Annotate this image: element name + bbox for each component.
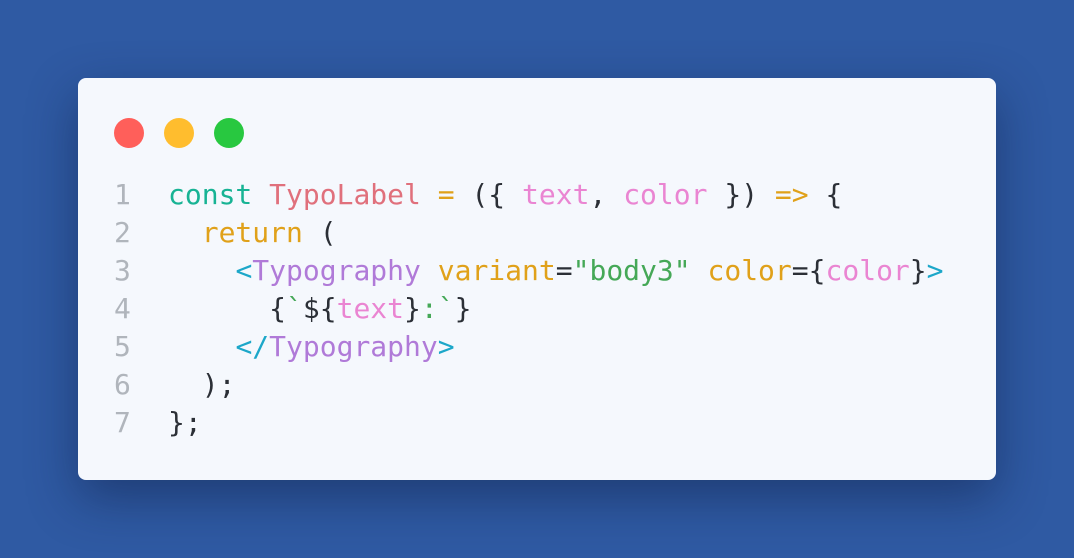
code-token-param: text — [336, 292, 405, 325]
code-token-punct — [168, 254, 235, 287]
code-token-punct — [691, 254, 708, 287]
code-token-punct: } — [454, 292, 472, 325]
code-token-punct: { — [168, 292, 287, 325]
code-token-punct — [168, 330, 235, 363]
code-token-op: => — [774, 178, 809, 211]
code-token-tpl: :` — [420, 292, 455, 325]
line-number: 2 — [114, 216, 131, 249]
code-token-param: color — [825, 254, 910, 287]
line-number: 5 — [114, 330, 131, 363]
code-token-punct: , — [589, 178, 624, 211]
code-window: 1 const TypoLabel = ({ text, color }) => … — [78, 78, 996, 480]
code-token-op: = — [437, 178, 455, 211]
minimize-dot-icon[interactable] — [164, 118, 194, 148]
code-token-string: "body3" — [572, 254, 691, 287]
code-block: 1 const TypoLabel = ({ text, color }) => … — [114, 176, 944, 442]
code-line: 4 {`${text}:`} — [114, 290, 944, 328]
code-line: 2 return ( — [114, 214, 944, 252]
code-token-comp: Typography — [269, 330, 438, 363]
code-token-attr: variant — [437, 254, 556, 287]
line-number: 4 — [114, 292, 131, 325]
code-token-punct: } — [909, 254, 927, 287]
code-token-ret: return — [201, 216, 303, 249]
line-number: 7 — [114, 406, 131, 439]
maximize-dot-icon[interactable] — [214, 118, 244, 148]
code-text: return ( — [168, 214, 337, 252]
code-token-tag: > — [437, 330, 455, 363]
code-line: 3 <Typography variant="body3" color={col… — [114, 252, 944, 290]
code-token-punct: ); — [168, 368, 236, 401]
code-text: const TypoLabel = ({ text, color }) => { — [168, 176, 842, 214]
code-token-punct: ${ — [302, 292, 337, 325]
code-token-punct — [168, 216, 202, 249]
code-token-tag: < — [235, 254, 253, 287]
code-token-punct: ({ — [454, 178, 523, 211]
line-number: 6 — [114, 368, 131, 401]
code-line: 1 const TypoLabel = ({ text, color }) => … — [114, 176, 944, 214]
code-token-punct: } — [404, 292, 421, 325]
line-number: 1 — [114, 178, 131, 211]
line-number: 3 — [114, 254, 131, 287]
code-token-punct: ( — [302, 216, 337, 249]
code-token-param: color — [623, 178, 708, 211]
code-text: </Typography> — [168, 328, 455, 366]
code-line: 5 </Typography> — [114, 328, 944, 366]
code-token-attr: color — [707, 254, 792, 287]
code-line: 7}; — [114, 404, 944, 442]
code-token-punct: { — [808, 178, 843, 211]
code-token-ident: TypoLabel — [269, 178, 421, 211]
close-dot-icon[interactable] — [114, 118, 144, 148]
code-token-punct: = — [555, 254, 573, 287]
code-token-keyword: const — [168, 178, 253, 211]
code-token-punct — [252, 178, 269, 211]
code-token-tpl: ` — [286, 292, 303, 325]
code-line: 6 ); — [114, 366, 944, 404]
code-text: {`${text}:`} — [168, 290, 471, 328]
code-token-tag: </ — [235, 330, 270, 363]
code-token-punct — [421, 178, 438, 211]
code-text: }; — [168, 404, 202, 442]
code-token-punct: ={ — [791, 254, 826, 287]
code-text: ); — [168, 366, 236, 404]
code-text: <Typography variant="body3" color={color… — [168, 252, 944, 290]
window-controls — [114, 118, 244, 148]
code-token-punct — [421, 254, 438, 287]
code-token-tag: > — [926, 254, 944, 287]
code-token-comp: Typography — [252, 254, 421, 287]
code-token-punct: }; — [168, 406, 202, 439]
code-token-param: text — [522, 178, 590, 211]
code-token-punct: }) — [707, 178, 775, 211]
